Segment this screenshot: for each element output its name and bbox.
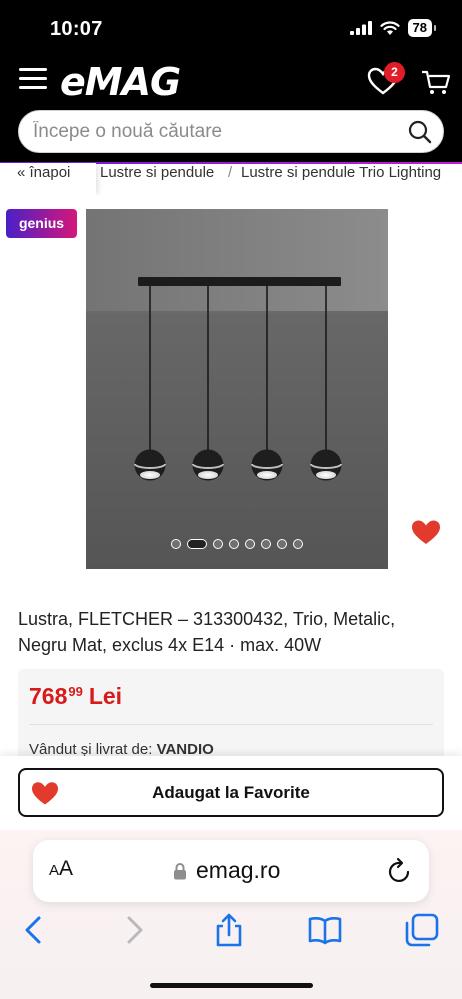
signal-icon xyxy=(349,21,372,35)
menu-button[interactable] xyxy=(19,68,47,90)
gallery-dot[interactable] xyxy=(277,539,287,549)
price-integer: 768 xyxy=(29,683,68,709)
hamburger-icon xyxy=(19,68,47,71)
breadcrumb-item-trio[interactable]: Lustre si pendule Trio Lighting xyxy=(241,163,441,183)
bookmarks-icon[interactable] xyxy=(307,912,343,948)
status-bar: 10:07 78 xyxy=(0,0,462,58)
product-price: 76899 Lei xyxy=(29,683,122,710)
price-decimals: 99 xyxy=(68,684,83,699)
home-indicator xyxy=(150,983,313,988)
gallery-dot[interactable] xyxy=(293,539,303,549)
gallery-dots xyxy=(86,539,388,549)
product-image[interactable] xyxy=(86,209,388,569)
breadcrumb-item-lustre[interactable]: Lustre si pendule xyxy=(100,163,214,183)
price-divider xyxy=(29,724,433,725)
wifi-icon xyxy=(379,20,400,35)
lock-icon xyxy=(174,863,186,880)
url-domain: emag.ro xyxy=(196,857,281,883)
battery-indicator: 78 xyxy=(407,19,437,37)
gallery-dot[interactable] xyxy=(213,539,223,549)
gallery-dot[interactable] xyxy=(171,539,181,549)
gallery-dot[interactable] xyxy=(245,539,255,549)
price-currency: Lei xyxy=(88,683,123,709)
reader-settings-button[interactable]: AA xyxy=(49,857,73,881)
breadcrumb-separator: / xyxy=(228,164,233,181)
pendant-lamp-photo xyxy=(86,209,388,569)
product-title: Lustra, FLETCHER – 313300432, Trio, Meta… xyxy=(18,609,396,655)
price-card: 76899 Lei Vândut și livrat de: VANDIO xyxy=(18,669,444,769)
back-arrow-icon[interactable] xyxy=(16,912,52,948)
app-header: 10:07 78 eMAG 2 xyxy=(0,0,462,163)
share-icon[interactable] xyxy=(211,912,247,948)
tabs-icon[interactable] xyxy=(404,912,440,948)
search-icon[interactable] xyxy=(407,119,433,145)
status-icons: 78 xyxy=(349,19,437,37)
search-bar xyxy=(18,110,444,153)
sticky-action-bar: Adaugat la Favorite xyxy=(0,756,462,832)
reload-icon[interactable] xyxy=(387,857,413,885)
favorites-count-badge: 2 xyxy=(384,62,405,83)
breadcrumb: « înapoi Lustre si pendule / Lustre si p… xyxy=(0,163,462,195)
cart-icon[interactable] xyxy=(420,68,452,96)
add-to-favorites-label: Adaugat la Favorite xyxy=(152,783,310,802)
add-to-favorites-button[interactable]: Adaugat la Favorite xyxy=(18,768,444,817)
search-input[interactable] xyxy=(33,111,393,152)
back-link[interactable]: « înapoi xyxy=(0,163,96,195)
favorite-heart-icon[interactable] xyxy=(410,518,442,546)
emag-logo[interactable]: eMAG xyxy=(60,60,181,104)
status-time: 10:07 xyxy=(50,18,103,40)
gallery-dot[interactable] xyxy=(261,539,271,549)
forward-arrow-icon[interactable] xyxy=(116,912,152,948)
gallery-dot[interactable] xyxy=(187,539,207,549)
genius-badge: genius xyxy=(6,209,77,238)
address-bar[interactable]: AA emag.ro xyxy=(33,840,429,902)
gallery-dot[interactable] xyxy=(229,539,239,549)
